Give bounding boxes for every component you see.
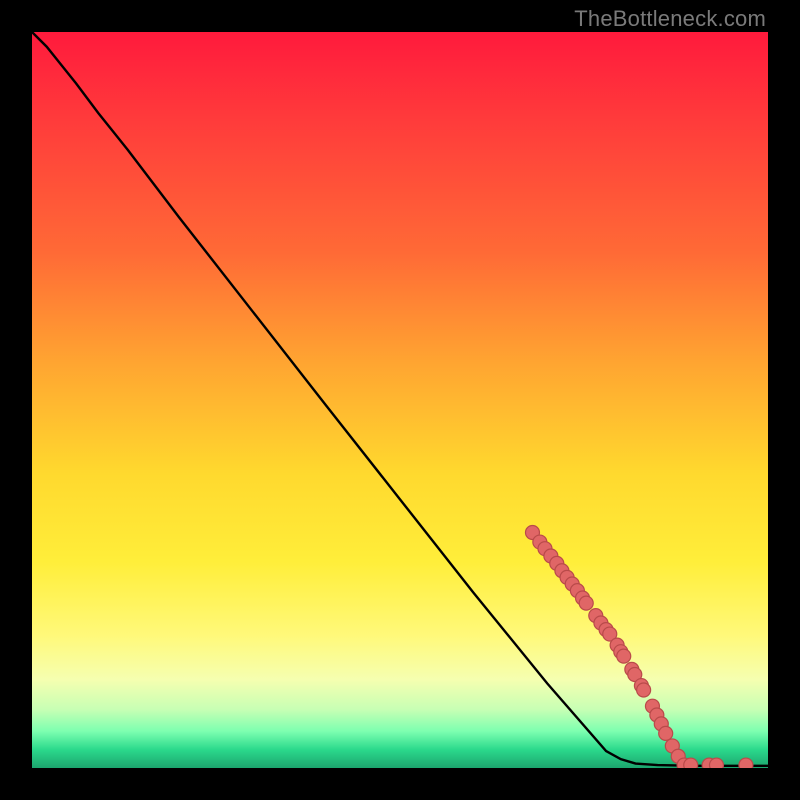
- marker-layer: [525, 525, 752, 768]
- chart-frame: [32, 32, 768, 768]
- chart-overlay: [32, 32, 768, 768]
- data-marker: [709, 758, 723, 768]
- data-marker: [659, 726, 673, 740]
- data-marker: [739, 758, 753, 768]
- trend-curve: [32, 32, 768, 766]
- data-marker: [617, 649, 631, 663]
- data-marker: [637, 683, 651, 697]
- data-marker: [684, 758, 698, 768]
- watermark-text: TheBottleneck.com: [574, 6, 766, 32]
- data-marker: [579, 596, 593, 610]
